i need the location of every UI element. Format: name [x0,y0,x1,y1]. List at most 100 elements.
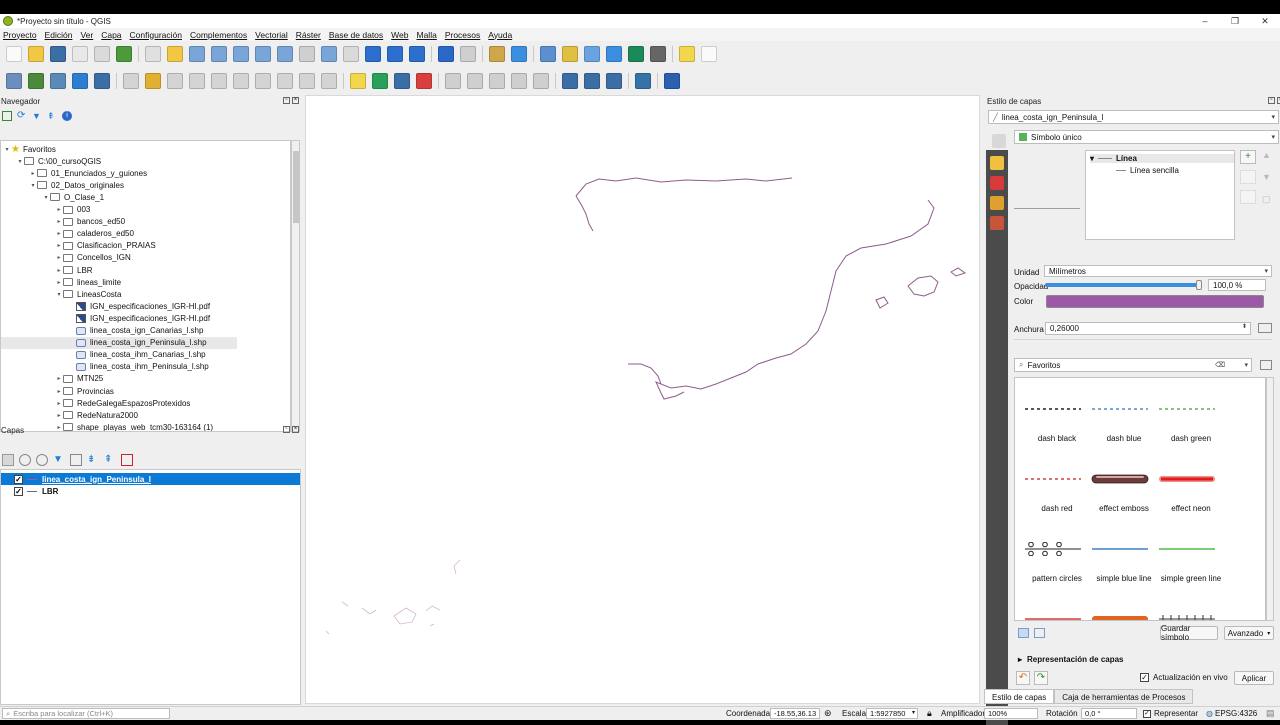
tree-item[interactable]: ▸ Clasificacion_PRAIAS [1,240,155,252]
tree-item[interactable]: linea_costa_ihm_Canarias_l.shp [1,349,206,361]
tree-item[interactable]: linea_costa_ign_Peninsula_l.shp [1,336,237,349]
toolbar-tool-icon[interactable] [606,73,622,89]
list-view-icon[interactable] [1034,628,1045,638]
tree-item[interactable]: ▸ bancos_ed50 [1,216,125,228]
tree-item[interactable]: linea_costa_ihm_Peninsula_l.shp [1,361,209,373]
expanded-arrow-icon[interactable]: ▾ [16,158,24,165]
menu-0[interactable]: Proyecto [3,30,37,40]
toolbar-tool-icon[interactable] [511,46,527,62]
tree-item[interactable]: ▸ RedeNatura2000 [1,409,137,421]
coordinate-field[interactable]: -18.55,36.13 [770,708,820,719]
advanced-button[interactable]: Avanzado ▾ [1224,626,1274,640]
tree-item[interactable]: linea_costa_ign_Canarias_l.shp [1,325,203,337]
renderer-selector[interactable]: Símbolo único ▾ [1014,130,1279,144]
toolbar-tool-icon[interactable] [28,73,44,89]
float-icon[interactable]: ▫ [283,97,290,104]
tree-item[interactable]: ▸ Concellos_IGN [1,252,130,264]
toolbar-tool-icon[interactable] [701,46,717,62]
filter-icon[interactable]: ▼ [53,454,65,466]
toolbar-tool-icon[interactable] [299,73,315,89]
magnifier-field[interactable]: 100% [984,708,1038,719]
collapsed-arrow-icon[interactable]: ▸ [55,242,63,249]
minimize-icon[interactable]: – [1190,14,1220,28]
toolbar-tool-icon[interactable] [123,73,139,89]
gallery-symbol[interactable]: simple blue line [1090,530,1158,590]
tab-layer-styling[interactable]: Estilo de capas [984,689,1055,704]
visibility-icon[interactable] [36,454,48,466]
tree-item[interactable]: ▸ 01_Enunciados_y_guiones [1,167,147,179]
toolbar-tool-icon[interactable] [679,46,695,62]
checkbox-icon[interactable]: ✓ [1140,673,1149,682]
toolbar-tool-icon[interactable] [416,73,432,89]
move-up-icon[interactable]: ▲ [1262,150,1271,160]
toolbar-tool-icon[interactable] [445,73,461,89]
collapsed-arrow-icon[interactable]: ▸ [55,412,63,419]
remove-layer-icon[interactable] [121,454,133,466]
toolbar-tool-icon[interactable] [299,46,315,62]
toolbar-tool-icon[interactable] [635,73,651,89]
toolbar-tool-icon[interactable] [28,46,44,62]
gallery-symbol[interactable] [1157,600,1225,620]
menu-9[interactable]: Web [391,30,408,40]
add-selected-icon[interactable] [2,111,12,121]
layer-item[interactable]: ✓ linea_costa_ign_Peninsula_l [1,473,300,485]
tree-item[interactable]: ▸ 003 [1,204,90,216]
toolbar-tool-icon[interactable] [189,73,205,89]
expand-all-icon[interactable]: ⇟ [87,454,99,466]
add-group-icon[interactable] [19,454,31,466]
menu-3[interactable]: Capa [101,30,121,40]
collapsed-arrow-icon[interactable]: ▸ [29,170,37,177]
gallery-symbol[interactable]: effect emboss [1090,460,1158,520]
collapsed-arrow-icon[interactable]: ▸ [55,279,63,286]
toolbar-tool-icon[interactable] [321,46,337,62]
3d-tab-icon[interactable] [990,176,1004,190]
float-icon[interactable]: ▫ [1268,97,1275,104]
tree-item[interactable]: ▸ RedeGalegaEspazosProtexidos [1,397,190,409]
layer-item[interactable]: ✓ LBR [1,485,300,497]
maximize-icon[interactable]: ❐ [1220,14,1250,28]
menu-4[interactable]: Configuración [130,30,182,40]
toolbar-tool-icon[interactable] [277,46,293,62]
tree-item[interactable]: ▾ C:\00_cursoQGIS [1,155,101,167]
tree-item[interactable]: ▸ caladeros_ed50 [1,228,133,240]
toolbar-tool-icon[interactable] [189,46,205,62]
filter-icon[interactable]: ▼ [32,111,42,121]
collapsed-arrow-icon[interactable]: ▸ [55,218,63,225]
menu-8[interactable]: Base de datos [329,30,383,40]
toolbar-tool-icon[interactable] [584,46,600,62]
toolbar-tool-icon[interactable] [94,46,110,62]
toolbar-tool-icon[interactable] [394,73,410,89]
gallery-symbol[interactable]: effect neon [1157,460,1225,520]
gallery-symbol[interactable]: dash black [1023,390,1091,450]
rotation-field[interactable]: 0,0 ° [1081,708,1137,719]
collapsed-arrow-icon[interactable]: ▸ [55,206,63,213]
expanded-arrow-icon[interactable]: ▾ [29,182,37,189]
messages-icon[interactable]: ▤ [1266,708,1275,719]
toolbar-tool-icon[interactable] [606,46,622,62]
float-icon[interactable]: ▫ [283,426,290,433]
menu-6[interactable]: Vectorial [255,30,288,40]
toolbar-tool-icon[interactable] [438,46,454,62]
checkbox-icon[interactable]: ✓ [1143,709,1151,718]
collapse-all-icon[interactable]: ⇞ [104,454,116,466]
labels-tab-icon[interactable] [990,156,1004,170]
style-layer-icon[interactable] [2,454,14,466]
collapsed-arrow-icon[interactable]: ▸ [55,400,63,407]
width-spinbox[interactable]: 0,26000 ⬍ [1045,322,1251,335]
menu-10[interactable]: Malla [417,30,437,40]
close-icon[interactable]: × [292,426,299,433]
toolbar-tool-icon[interactable] [255,46,271,62]
toolbar-tool-icon[interactable] [6,73,22,89]
toolbar-tool-icon[interactable] [167,73,183,89]
toolbar-tool-icon[interactable] [409,46,425,62]
layer-visibility-checkbox[interactable]: ✓ [14,486,23,496]
toolbar-tool-icon[interactable] [489,73,505,89]
paintbrush-icon[interactable] [992,134,1006,148]
toolbar-tool-icon[interactable] [343,46,359,62]
navigator-scrollbar[interactable] [291,140,300,432]
toolbar-tool-icon[interactable] [489,46,505,62]
save-symbol-button[interactable]: Guardar símbolo [1160,624,1218,642]
collapsed-arrow-icon[interactable]: ▸ [55,388,63,395]
toolbar-tool-icon[interactable] [94,73,110,89]
filter-expression-icon[interactable] [70,454,82,466]
